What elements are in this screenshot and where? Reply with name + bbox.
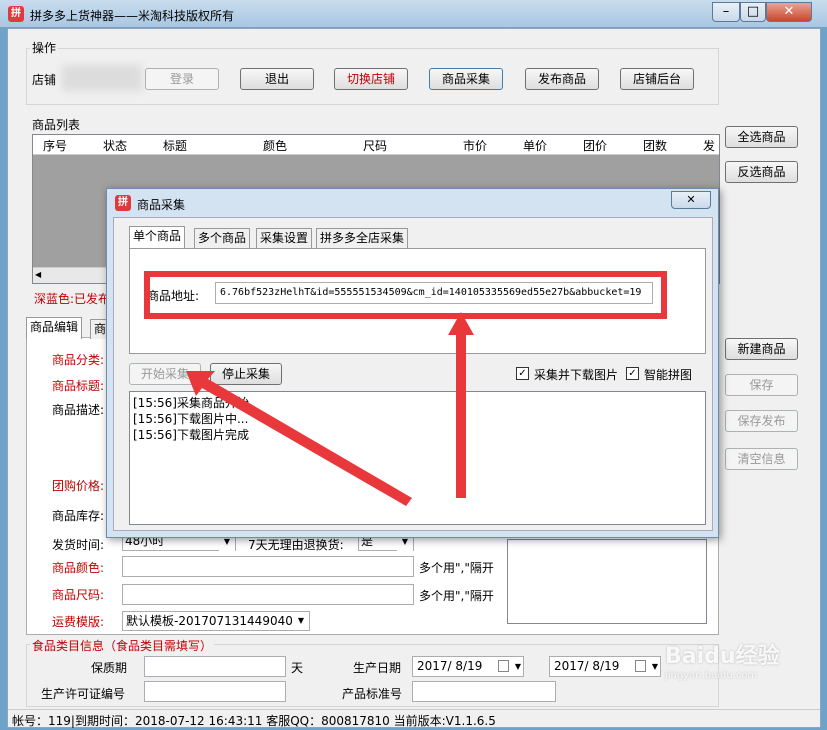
arrow-to-start-button bbox=[186, 371, 412, 506]
annotation-arrows bbox=[186, 312, 474, 506]
watermark-brand: Baidu经验 bbox=[665, 644, 780, 669]
arrow-up-to-url bbox=[448, 312, 474, 498]
watermark: Baidu经验 jingyan.baidu.com bbox=[665, 638, 795, 698]
watermark-url: jingyan.baidu.com bbox=[665, 670, 758, 681]
